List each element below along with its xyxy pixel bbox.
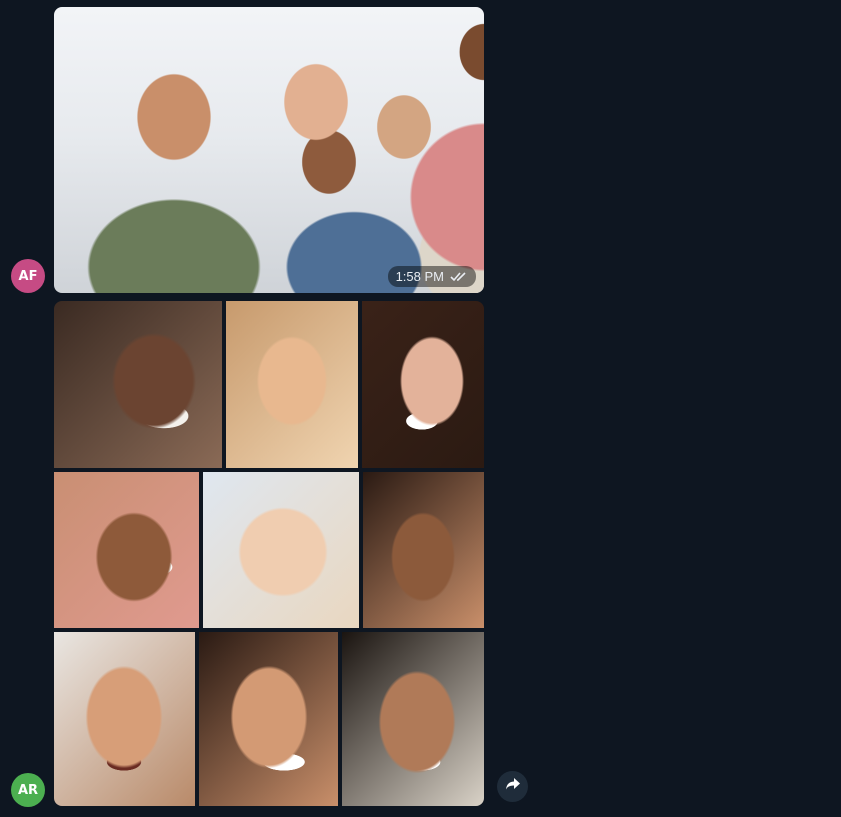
album-photo-7[interactable]	[54, 632, 195, 806]
avatar-initials: AR	[17, 782, 39, 798]
forward-button[interactable]	[497, 771, 528, 802]
album-photo-5[interactable]	[203, 472, 359, 628]
group-selfie-image	[54, 7, 484, 293]
double-check-icon	[450, 271, 468, 282]
avatar-af[interactable]: AF	[11, 259, 45, 293]
album-photo-1[interactable]	[54, 301, 222, 468]
album-photo-6[interactable]	[363, 472, 484, 628]
album-photo-8[interactable]	[199, 632, 338, 806]
album-photo-3[interactable]	[362, 301, 484, 468]
photo-message-group-selfie[interactable]: 1:58 PM	[54, 7, 484, 293]
forward-arrow-icon	[505, 777, 521, 796]
album-photo-2[interactable]	[226, 301, 358, 468]
avatar-ar[interactable]: AR	[11, 773, 45, 807]
avatar-initials: AF	[18, 268, 38, 284]
message-time-badge: 1:58 PM	[387, 266, 476, 287]
album-photo-9[interactable]	[342, 632, 484, 806]
album-photo-4[interactable]	[54, 472, 199, 628]
message-time: 1:58 PM	[395, 269, 444, 284]
